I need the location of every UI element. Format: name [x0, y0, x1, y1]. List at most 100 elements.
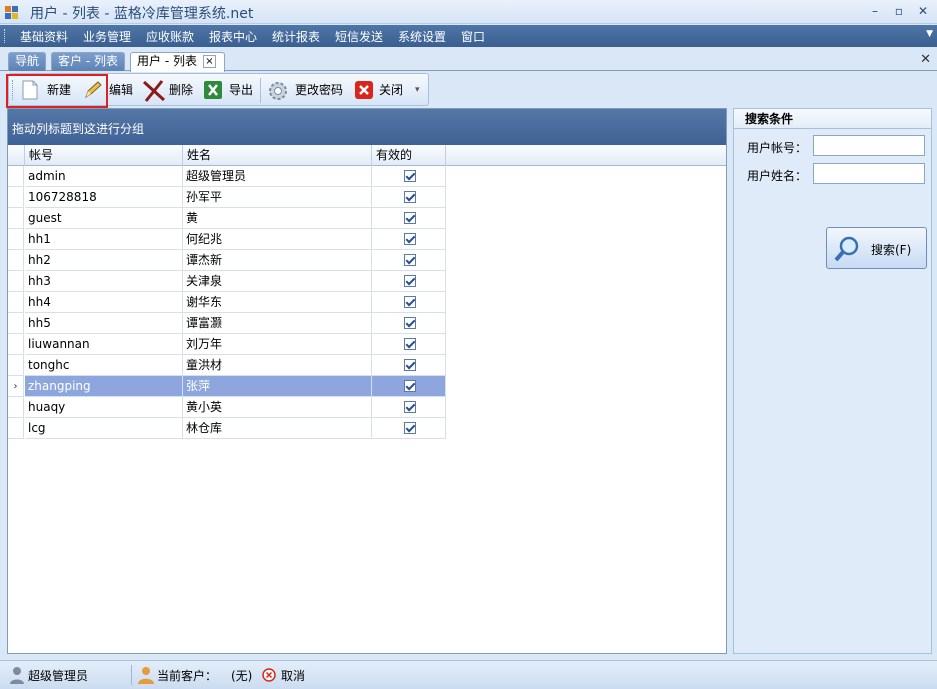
cell-name[interactable]: 超级管理员 — [183, 166, 372, 187]
row-indicator[interactable] — [8, 271, 24, 292]
table-row[interactable]: hh4 谢华东 — [8, 292, 446, 313]
row-indicator[interactable] — [8, 229, 24, 250]
menu-receivables[interactable]: 应收账款 — [146, 28, 194, 45]
cell-valid[interactable] — [372, 208, 446, 229]
cell-name[interactable]: 孙军平 — [183, 187, 372, 208]
cell-name[interactable]: 黄小英 — [183, 397, 372, 418]
row-indicator[interactable] — [8, 355, 24, 376]
change-password-button[interactable]: 更改密码 — [267, 78, 347, 102]
valid-checkbox[interactable] — [404, 212, 416, 224]
cell-name[interactable]: 何纪兆 — [183, 229, 372, 250]
valid-checkbox[interactable] — [404, 359, 416, 371]
tab-close-icon[interactable]: × — [202, 55, 216, 68]
cell-account[interactable]: hh5 — [25, 313, 183, 334]
table-row[interactable]: hh2 谭杰新 — [8, 250, 446, 271]
cell-account[interactable]: hh4 — [25, 292, 183, 313]
cell-name[interactable]: 黄 — [183, 208, 372, 229]
cell-account[interactable]: lcg — [25, 418, 183, 439]
menu-sms[interactable]: 短信发送 — [335, 28, 383, 45]
row-indicator[interactable] — [8, 250, 24, 271]
cell-name[interactable]: 刘万年 — [183, 334, 372, 355]
cell-account[interactable]: admin — [25, 166, 183, 187]
cell-account[interactable]: hh2 — [25, 250, 183, 271]
cell-valid[interactable] — [372, 250, 446, 271]
cell-name[interactable]: 关津泉 — [183, 271, 372, 292]
valid-checkbox[interactable] — [404, 191, 416, 203]
name-search-input[interactable] — [813, 163, 925, 184]
row-indicator[interactable] — [8, 334, 24, 355]
menu-overflow-icon[interactable]: ▼ — [926, 29, 933, 39]
cell-account[interactable]: guest — [25, 208, 183, 229]
valid-checkbox[interactable] — [404, 422, 416, 434]
tab-navigation[interactable]: 导航 — [8, 52, 47, 71]
table-row[interactable]: lcg 林仓库 — [8, 418, 446, 439]
valid-checkbox[interactable] — [404, 254, 416, 266]
cell-valid[interactable] — [372, 376, 446, 397]
group-by-area[interactable]: 拖动列标题到这进行分组 — [8, 109, 726, 145]
table-row[interactable]: liuwannan 刘万年 — [8, 334, 446, 355]
cell-valid[interactable] — [372, 313, 446, 334]
valid-checkbox[interactable] — [404, 170, 416, 182]
valid-checkbox[interactable] — [404, 338, 416, 350]
cell-valid[interactable] — [372, 292, 446, 313]
row-indicator[interactable] — [8, 397, 24, 418]
menu-basic-data[interactable]: 基础资料 — [20, 28, 68, 45]
close-button[interactable]: 关闭 — [354, 78, 410, 102]
valid-checkbox[interactable] — [404, 233, 416, 245]
cell-valid[interactable] — [372, 187, 446, 208]
valid-checkbox[interactable] — [404, 317, 416, 329]
cell-name[interactable]: 林仓库 — [183, 418, 372, 439]
table-row[interactable]: huaqy 黄小英 — [8, 397, 446, 418]
cell-valid[interactable] — [372, 229, 446, 250]
cell-name[interactable]: 童洪材 — [183, 355, 372, 376]
menu-reports[interactable]: 报表中心 — [209, 28, 257, 45]
menu-settings[interactable]: 系统设置 — [398, 28, 446, 45]
tab-customer-list[interactable]: 客户 - 列表 — [51, 52, 125, 71]
row-indicator[interactable] — [8, 208, 24, 229]
table-row[interactable]: guest 黄 — [8, 208, 446, 229]
column-header-name[interactable]: 姓名 — [183, 145, 372, 166]
search-button[interactable]: 搜索(F) — [826, 227, 927, 269]
export-button[interactable]: 导出 — [203, 78, 255, 102]
close-window-button[interactable]: ✕ — [912, 2, 934, 20]
row-indicator[interactable] — [8, 313, 24, 334]
row-indicator[interactable] — [8, 166, 24, 187]
table-row[interactable]: tonghc 童洪材 — [8, 355, 446, 376]
cell-name[interactable]: 谭杰新 — [183, 250, 372, 271]
row-indicator[interactable] — [8, 292, 24, 313]
menu-statistics[interactable]: 统计报表 — [272, 28, 320, 45]
tab-user-list[interactable]: 用户 - 列表 × — [130, 52, 225, 72]
table-row[interactable]: › zhangping 张萍 — [8, 376, 446, 397]
row-indicator[interactable]: › — [8, 376, 24, 397]
table-row[interactable]: hh5 谭富灏 — [8, 313, 446, 334]
table-row[interactable]: admin 超级管理员 — [8, 166, 446, 187]
column-header-account[interactable]: 帐号 — [25, 145, 183, 166]
close-tab-strip-icon[interactable]: ✕ — [920, 52, 931, 67]
valid-checkbox[interactable] — [404, 275, 416, 287]
cell-valid[interactable] — [372, 166, 446, 187]
cell-valid[interactable] — [372, 397, 446, 418]
cell-name[interactable]: 谢华东 — [183, 292, 372, 313]
account-search-input[interactable] — [813, 135, 925, 156]
cell-account[interactable]: huaqy — [25, 397, 183, 418]
cell-account[interactable]: tonghc — [25, 355, 183, 376]
cell-name[interactable]: 谭富灏 — [183, 313, 372, 334]
cell-valid[interactable] — [372, 355, 446, 376]
cell-valid[interactable] — [372, 271, 446, 292]
cell-account[interactable]: liuwannan — [25, 334, 183, 355]
table-row[interactable]: hh1 何纪兆 — [8, 229, 446, 250]
cell-valid[interactable] — [372, 334, 446, 355]
row-indicator[interactable] — [8, 187, 24, 208]
minimize-button[interactable]: – — [864, 2, 886, 20]
cell-account[interactable]: 106728818 — [25, 187, 183, 208]
valid-checkbox[interactable] — [404, 401, 416, 413]
table-row[interactable]: 106728818 孙军平 — [8, 187, 446, 208]
table-row[interactable]: hh3 关津泉 — [8, 271, 446, 292]
cell-account[interactable]: zhangping — [25, 376, 183, 397]
row-indicator[interactable] — [8, 418, 24, 439]
menu-business[interactable]: 业务管理 — [83, 28, 131, 45]
cell-account[interactable]: hh1 — [25, 229, 183, 250]
cell-account[interactable]: hh3 — [25, 271, 183, 292]
menu-window[interactable]: 窗口 — [461, 28, 485, 45]
cell-valid[interactable] — [372, 418, 446, 439]
